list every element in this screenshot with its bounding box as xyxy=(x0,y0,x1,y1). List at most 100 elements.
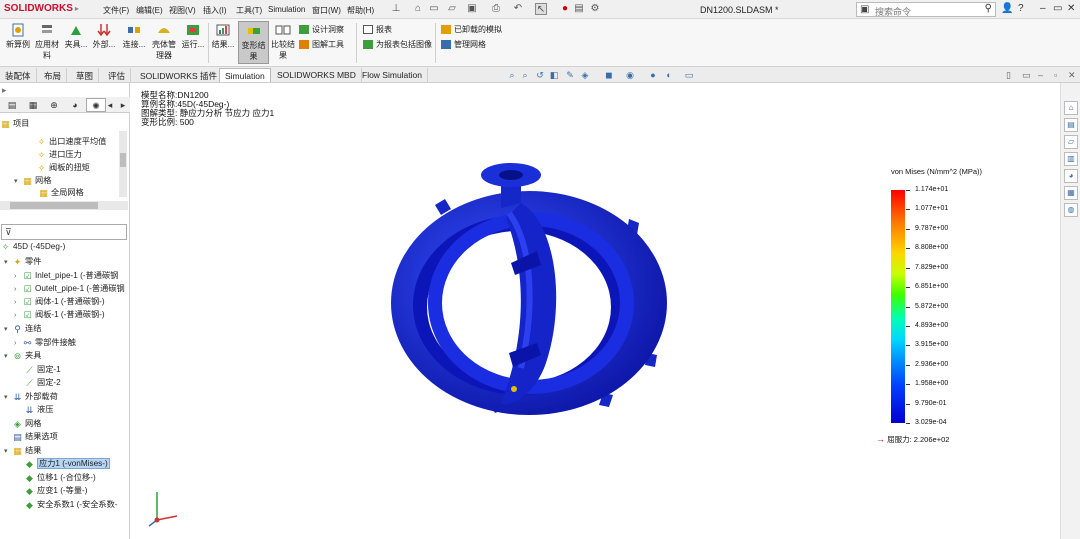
search-icon[interactable]: ⚲ xyxy=(985,3,992,14)
menu-tools[interactable]: 工具(T) xyxy=(236,5,262,16)
tree-row-connections[interactable]: ▾ ⚲ 连结 xyxy=(4,322,41,335)
apply-material-button[interactable]: 应用材料 xyxy=(34,23,60,61)
tree-row-mesh[interactable]: ◈ 网格 xyxy=(12,417,41,430)
unloaded-sims-button[interactable]: 已卸载的模拟 xyxy=(441,24,502,35)
tree-row-goal[interactable]: ✧ 出口速度平均值 xyxy=(36,135,107,148)
new-study-button[interactable]: 新算例 xyxy=(3,23,33,50)
shell-manager-button[interactable]: 壳体管理器 xyxy=(149,23,179,61)
select-icon[interactable]: ↖ xyxy=(535,3,547,15)
viewport-restore-icon[interactable]: ▭ xyxy=(1022,70,1031,81)
expand-arrow-icon[interactable]: › xyxy=(14,286,22,293)
include-image-button[interactable]: 为报表包括图像 xyxy=(363,39,432,50)
new-doc-icon[interactable]: ▭ xyxy=(428,3,440,15)
file-explorer-icon[interactable]: ▥ xyxy=(1064,152,1078,166)
display-style-icon[interactable]: ◼ xyxy=(604,70,614,80)
external-loads-button[interactable]: 外部... xyxy=(91,23,117,50)
home-task-icon[interactable]: ⌂ xyxy=(1064,101,1078,115)
viewport-close-x-icon[interactable]: ✕ xyxy=(1068,70,1076,81)
tree-row-part[interactable]: › ☑ Outelt_pipe-1 (-普通碳钢 xyxy=(14,282,125,295)
results-advisor-button[interactable]: 结果... xyxy=(211,23,235,50)
section-view-icon[interactable]: ◧ xyxy=(549,70,559,80)
panel-collapse-icon[interactable]: ▸ xyxy=(2,85,7,96)
scrollbar-thumb[interactable] xyxy=(120,153,126,167)
tree-row-study[interactable]: ✧ 45D (-45Deg-) xyxy=(0,242,66,255)
logo-arrow-icon[interactable]: ▸ xyxy=(75,4,79,13)
undo-icon[interactable]: ↶ xyxy=(512,3,524,15)
tree-row-stress-result[interactable]: ◆ 应力1 (-vonMises-) xyxy=(24,457,110,470)
community-icon[interactable]: ◍ xyxy=(1064,203,1078,217)
tab-simulation[interactable]: Simulation xyxy=(219,68,271,82)
solidworks-logo[interactable]: SOLIDWORKS ▸ xyxy=(4,3,79,14)
manage-mesh-button[interactable]: 管理网格 xyxy=(441,39,486,50)
menu-view[interactable]: 视图(V) xyxy=(169,5,196,16)
feature-manager-tab-icon[interactable]: ▤ xyxy=(2,98,22,112)
tree-row-goal[interactable]: ✧ 阀板的扭矩 xyxy=(36,161,90,174)
tab-mbd[interactable]: SOLIDWORKS MBD xyxy=(272,68,362,82)
design-insight-button[interactable]: 设计洞察 xyxy=(299,24,344,35)
save-icon[interactable]: ▣ xyxy=(466,3,478,15)
tree-row-part[interactable]: › ☑ Inlet_pipe-1 (-普通碳钢 xyxy=(14,269,118,282)
view-orientation-icon[interactable]: ◈ xyxy=(580,70,590,80)
menu-help[interactable]: 帮助(H) xyxy=(347,5,374,16)
close-icon[interactable]: ✕ xyxy=(1067,3,1075,14)
property-manager-tab-icon[interactable]: ▦ xyxy=(23,98,43,112)
menu-edit[interactable]: 编辑(E) xyxy=(136,5,163,16)
tree-row-loads[interactable]: ▾ ⇊ 外部载荷 xyxy=(4,390,58,403)
valve-model[interactable] xyxy=(381,153,671,423)
viewport-tile-icon[interactable]: ▯ xyxy=(1006,70,1011,81)
expand-arrow-icon[interactable]: › xyxy=(14,299,22,306)
tree-row-results[interactable]: ▾ ▦ 结果 xyxy=(4,444,41,457)
rebuild-icon[interactable]: ● xyxy=(559,3,571,15)
viewport-minimize-icon[interactable]: – xyxy=(1038,70,1043,80)
search-scope-icon[interactable]: ▣ xyxy=(860,4,869,15)
tree-row-pressure[interactable]: ⇊ 液压 xyxy=(24,403,54,416)
tree-filter[interactable]: ⊽ xyxy=(1,224,127,240)
expand-arrow-icon[interactable]: › xyxy=(14,312,22,319)
tab-assembly[interactable]: 装配体 xyxy=(0,68,37,82)
tree-row-fixture[interactable]: ⟋ 固定-2 xyxy=(24,376,60,389)
collapse-arrow-icon[interactable]: ▾ xyxy=(4,447,12,455)
user-icon[interactable]: 👤 xyxy=(1001,3,1013,14)
collapse-arrow-icon[interactable]: ▾ xyxy=(4,352,12,360)
scene-icon[interactable]: ◐ xyxy=(664,70,674,80)
tree-row-part[interactable]: › ☑ 阀板-1 (-普通碳钢-) xyxy=(14,308,105,321)
tab-evaluate[interactable]: 评估 xyxy=(103,68,132,82)
menu-insert[interactable]: 插入(I) xyxy=(203,5,227,16)
hscrollbar-thumb[interactable] xyxy=(10,202,98,209)
tree-row-goal[interactable]: ✧ 进口压力 xyxy=(36,148,82,161)
viewport-close-icon[interactable]: ▫ xyxy=(1054,70,1057,80)
report-button[interactable]: 报表 xyxy=(363,24,392,35)
tree-row-fixtures[interactable]: ▾ ⊚ 夹具 xyxy=(4,349,41,362)
home-icon[interactable]: ⌂ xyxy=(412,3,424,15)
zoom-area-icon[interactable]: ⌕ xyxy=(520,70,530,80)
upper-tree-scrollbar[interactable] xyxy=(119,131,127,197)
collapse-arrow-icon[interactable]: ▾ xyxy=(14,177,22,185)
collapse-arrow-icon[interactable]: ▾ xyxy=(4,393,12,401)
hide-show-icon[interactable]: ◉ xyxy=(625,70,635,80)
restore-icon[interactable]: ▭ xyxy=(1053,3,1062,14)
tree-row-displacement-result[interactable]: ◆ 位移1 (-合位移-) xyxy=(24,471,96,484)
graphics-area[interactable]: 模型名称:DN1200 算例名称:45D(-45Deg-) 图解类型: 静应力分… xyxy=(131,83,1060,539)
tree-row-global-mesh[interactable]: ▦ 全局网格 xyxy=(38,186,84,199)
run-button[interactable]: 运行... xyxy=(180,23,206,50)
open-icon[interactable]: ▱ xyxy=(446,3,458,15)
tree-row-contact[interactable]: › ⚯ 零部件接触 xyxy=(14,336,76,349)
tree-row-result-options[interactable]: ▤ 结果选项 xyxy=(12,430,58,443)
previous-view-icon[interactable]: ↺ xyxy=(535,70,545,80)
appearances-icon[interactable]: ◕ xyxy=(1064,169,1078,183)
view-settings-icon[interactable]: ▭ xyxy=(684,70,694,80)
upper-tree-hscrollbar[interactable] xyxy=(0,201,128,210)
tab-addins[interactable]: SOLIDWORKS 插件 xyxy=(135,68,223,82)
tree-row-fixture[interactable]: ⟋ 固定-1 xyxy=(24,363,60,376)
tab-flow-simulation[interactable]: Flow Simulation xyxy=(357,68,428,82)
flow-manager-tab-icon[interactable]: ✺ xyxy=(86,98,106,112)
file-props-icon[interactable]: ▤ xyxy=(573,3,585,15)
config-manager-tab-icon[interactable]: ⊕ xyxy=(44,98,64,112)
tree-row-strain-result[interactable]: ◆ 应变1 (-等量-) xyxy=(24,484,87,497)
zoom-fit-icon[interactable]: ⌕ xyxy=(507,70,517,80)
options-gear-icon[interactable]: ⚙ xyxy=(589,3,601,15)
design-library-icon[interactable]: ▱ xyxy=(1064,135,1078,149)
menu-simulation[interactable]: Simulation xyxy=(268,5,305,14)
fixtures-button[interactable]: 夹具... xyxy=(63,23,89,50)
deformed-result-button[interactable]: 变形结果 xyxy=(238,21,269,64)
